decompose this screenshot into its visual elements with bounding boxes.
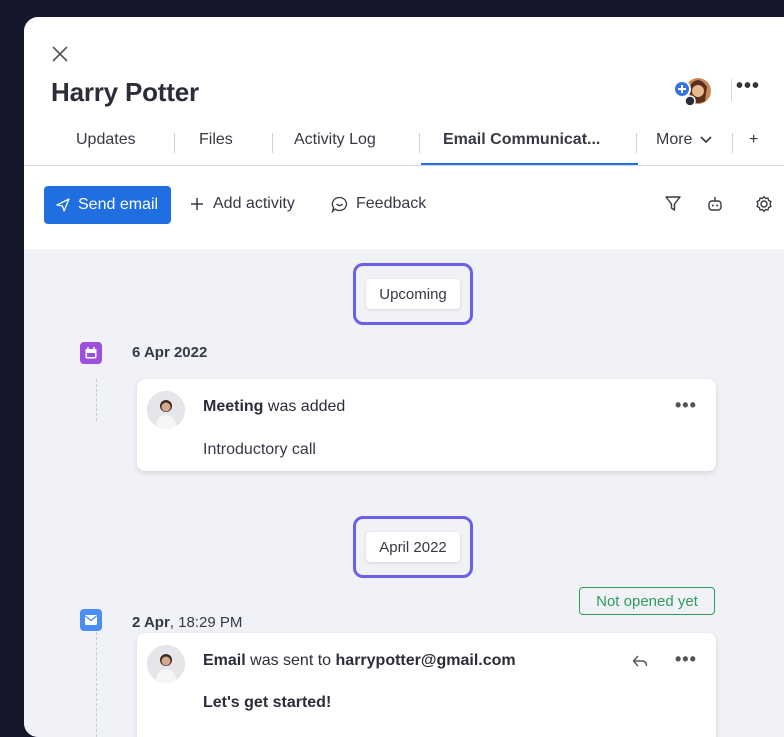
active-tab-indicator bbox=[421, 163, 638, 165]
dots-horizontal-icon[interactable]: ••• bbox=[675, 395, 697, 416]
tab-files[interactable]: Files bbox=[199, 131, 233, 149]
add-activity-label: Add activity bbox=[213, 195, 295, 212]
reply-icon[interactable] bbox=[632, 654, 648, 673]
tab-activity-log[interactable]: Activity Log bbox=[294, 131, 376, 149]
activity-feed: Upcoming 6 Apr 2022 Meeting was added In… bbox=[24, 249, 784, 737]
feedback-icon bbox=[331, 196, 348, 213]
activity-type: Email bbox=[203, 652, 246, 669]
tab-updates[interactable]: Updates bbox=[76, 131, 136, 149]
close-icon[interactable] bbox=[51, 45, 69, 63]
page-title: Harry Potter bbox=[51, 77, 199, 107]
group-label-april-2022: April 2022 bbox=[366, 532, 460, 562]
subscribers-avatar-group[interactable] bbox=[672, 75, 714, 109]
group-separator-highlight: Upcoming bbox=[353, 263, 473, 325]
email-subject: Let's get started! bbox=[203, 694, 332, 711]
event-date-day: 6 Apr 2022 bbox=[132, 344, 208, 361]
activity-card-title: Meeting was added bbox=[203, 398, 345, 416]
filter-icon[interactable] bbox=[664, 195, 682, 218]
chevron-down-icon bbox=[700, 136, 713, 144]
activity-card-body: Introductory call bbox=[203, 441, 316, 458]
tab-divider bbox=[732, 133, 733, 153]
event-date: 2 Apr, 18:29 PM bbox=[132, 614, 242, 631]
status-badge: Not opened yet bbox=[579, 587, 715, 615]
timeline-connector bbox=[96, 379, 97, 421]
avatar bbox=[673, 78, 711, 107]
event-date-time: , 18:29 PM bbox=[169, 614, 243, 631]
event-date: 6 Apr 2022 bbox=[132, 344, 207, 361]
tab-divider bbox=[174, 133, 175, 153]
activity-type: Meeting bbox=[203, 398, 264, 415]
tab-more-label: More bbox=[656, 131, 693, 148]
send-email-button[interactable]: Send email bbox=[44, 186, 171, 224]
group-label-upcoming: Upcoming bbox=[366, 279, 460, 309]
item-detail-panel: Harry Potter ••• Updates Files Activity … bbox=[24, 17, 784, 737]
feedback-label: Feedback bbox=[356, 195, 427, 212]
tab-more[interactable]: More bbox=[656, 131, 713, 149]
tab-bar: Updates Files Activity Log Email Communi… bbox=[24, 127, 784, 166]
event-date-day: 2 Apr bbox=[132, 614, 170, 631]
avatar bbox=[147, 391, 185, 429]
send-email-label: Send email bbox=[78, 196, 159, 213]
activity-card-meeting[interactable]: Meeting was added Introductory call ••• bbox=[137, 379, 716, 471]
tab-divider bbox=[419, 133, 420, 153]
activity-card-email[interactable]: Email was sent to harrypotter@gmail.com … bbox=[137, 633, 716, 737]
send-icon bbox=[56, 198, 70, 212]
dots-horizontal-icon[interactable]: ••• bbox=[736, 75, 760, 98]
dots-horizontal-icon[interactable]: ••• bbox=[675, 649, 697, 670]
tab-divider bbox=[636, 133, 637, 153]
settings-icon[interactable] bbox=[755, 195, 773, 218]
header-divider bbox=[731, 79, 732, 101]
feedback-button[interactable]: Feedback bbox=[331, 195, 426, 213]
tab-divider bbox=[272, 133, 273, 153]
add-tab-button[interactable]: + bbox=[749, 131, 758, 149]
robot-icon[interactable] bbox=[706, 195, 724, 218]
mail-icon bbox=[80, 609, 102, 631]
tab-email-communication[interactable]: Email Communicat... bbox=[443, 131, 600, 149]
timeline-connector bbox=[96, 627, 97, 737]
activity-action: was added bbox=[263, 398, 346, 415]
avatar bbox=[147, 645, 185, 683]
recipient-email: harrypotter@gmail.com bbox=[335, 652, 516, 669]
plus-icon bbox=[191, 198, 203, 210]
group-separator-highlight: April 2022 bbox=[353, 516, 473, 578]
toolbar: Send email Add activity Feedback bbox=[24, 167, 784, 247]
add-activity-button[interactable]: Add activity bbox=[190, 195, 295, 213]
calendar-icon bbox=[80, 342, 102, 364]
activity-card-title: Email was sent to harrypotter@gmail.com bbox=[203, 652, 516, 670]
activity-action: was sent to bbox=[245, 652, 336, 669]
